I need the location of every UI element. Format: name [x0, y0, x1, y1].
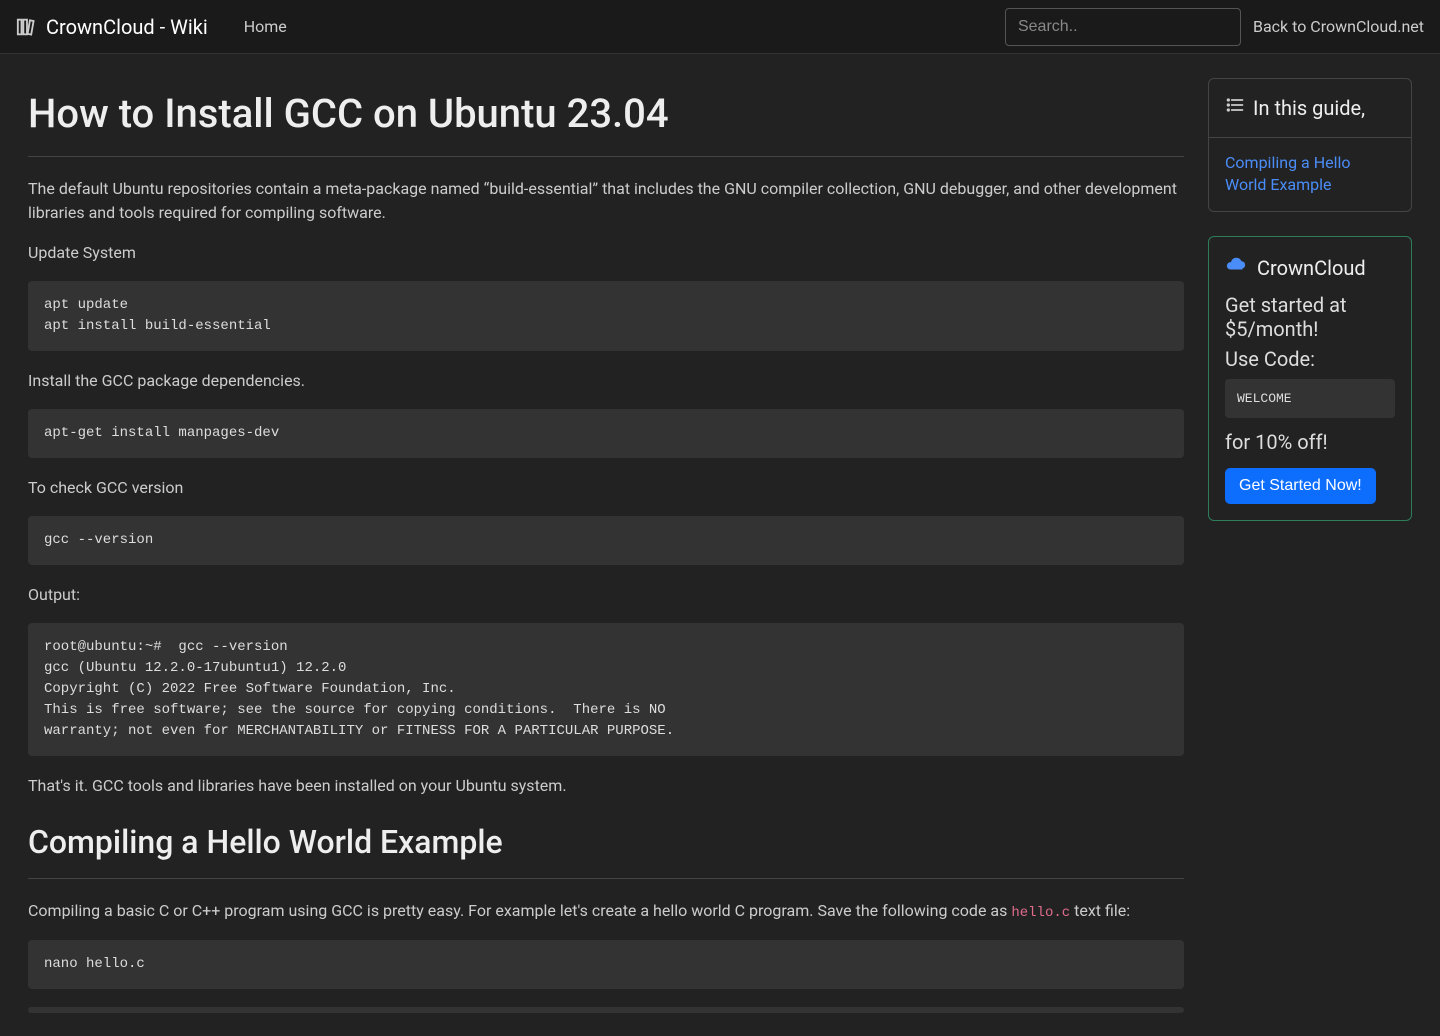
- toc-card: In this guide, Compiling a Hello World E…: [1208, 78, 1412, 212]
- title-divider: [28, 156, 1184, 157]
- code-block-deps: apt-get install manpages-dev: [28, 409, 1184, 458]
- back-link[interactable]: Back to CrownCloud.net: [1253, 15, 1424, 39]
- install-deps-label: Install the GCC package dependencies.: [28, 369, 1184, 393]
- page-title: How to Install GCC on Ubuntu 23.04: [28, 84, 1184, 144]
- compile-intro: Compiling a basic C or C++ program using…: [28, 899, 1184, 924]
- toc-heading: In this guide,: [1253, 93, 1365, 123]
- toc-link-1[interactable]: Compiling a Hello World Example: [1225, 152, 1395, 197]
- container: How to Install GCC on Ubuntu 23.04 The d…: [0, 54, 1440, 1036]
- main-content: How to Install GCC on Ubuntu 23.04 The d…: [28, 78, 1184, 1013]
- code-block-update: apt update apt install build-essential: [28, 281, 1184, 351]
- promo-brand: CrownCloud: [1257, 253, 1366, 283]
- sidebar: In this guide, Compiling a Hello World E…: [1208, 78, 1412, 1013]
- promo-card: CrownCloud Get started at $5/month! Use …: [1208, 236, 1412, 522]
- navbar: CrownCloud - Wiki Home Back to CrownClou…: [0, 0, 1440, 54]
- promo-code: WELCOME: [1225, 379, 1395, 419]
- navbar-right: Back to CrownCloud.net: [1005, 8, 1424, 46]
- code-block-partial: [28, 1007, 1184, 1013]
- code-block-version: gcc --version: [28, 516, 1184, 565]
- search-input[interactable]: [1005, 8, 1241, 46]
- cloud-icon: [1225, 253, 1247, 283]
- compile-intro-pre: Compiling a basic C or C++ program using…: [28, 901, 1011, 920]
- inline-code-filename: hello.c: [1011, 905, 1070, 921]
- code-block-nano: nano hello.c: [28, 940, 1184, 989]
- section-heading-compile: Compiling a Hello World Example: [28, 818, 1184, 866]
- toc-body: Compiling a Hello World Example: [1209, 138, 1411, 211]
- compile-intro-post: text file:: [1070, 901, 1130, 920]
- section-divider: [28, 878, 1184, 879]
- nav-home[interactable]: Home: [232, 7, 299, 47]
- code-block-output: root@ubuntu:~# gcc --version gcc (Ubuntu…: [28, 623, 1184, 756]
- done-paragraph: That's it. GCC tools and libraries have …: [28, 774, 1184, 798]
- books-icon: [16, 16, 38, 38]
- promo-line-3: for 10% off!: [1225, 430, 1395, 454]
- list-icon: [1225, 93, 1245, 123]
- intro-paragraph: The default Ubuntu repositories contain …: [28, 177, 1184, 225]
- update-system-label: Update System: [28, 241, 1184, 265]
- promo-line-2: Use Code:: [1225, 347, 1395, 371]
- toc-header: In this guide,: [1209, 79, 1411, 138]
- get-started-button[interactable]: Get Started Now!: [1225, 468, 1376, 504]
- brand-link[interactable]: CrownCloud - Wiki: [16, 12, 208, 42]
- promo-line-1: Get started at $5/month!: [1225, 293, 1395, 341]
- brand-text: CrownCloud - Wiki: [46, 12, 208, 42]
- check-version-label: To check GCC version: [28, 476, 1184, 500]
- promo-title: CrownCloud: [1225, 253, 1395, 283]
- output-label: Output:: [28, 583, 1184, 607]
